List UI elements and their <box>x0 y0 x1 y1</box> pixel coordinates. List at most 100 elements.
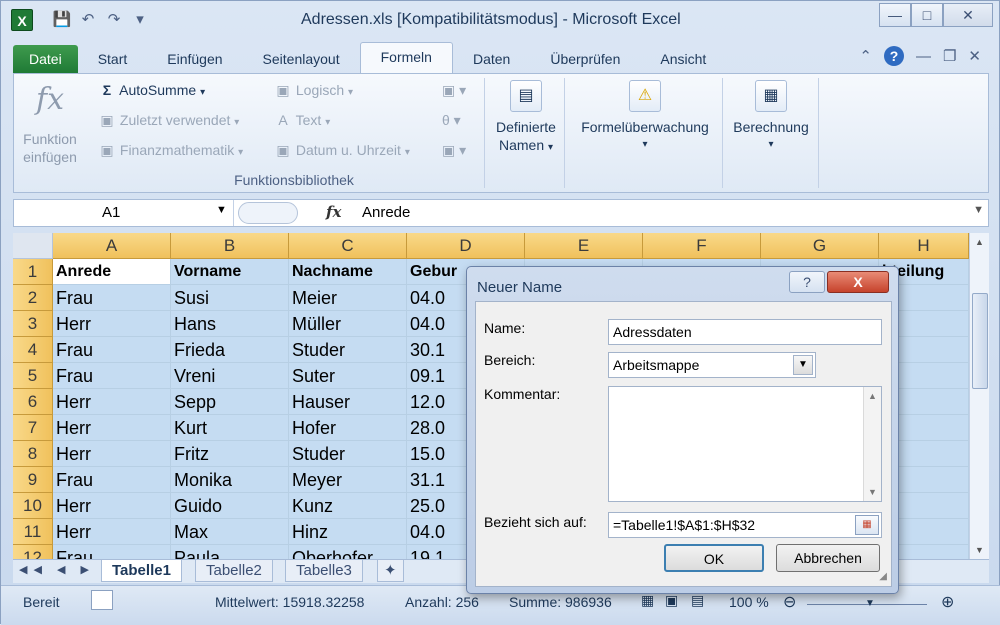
grid-cell[interactable]: Frau <box>53 285 171 311</box>
row-header[interactable]: 12 <box>13 545 53 559</box>
minimize-ribbon-icon[interactable]: ⌃ <box>859 47 872 65</box>
view-normal-icon[interactable]: ▦ <box>641 592 654 609</box>
cancel-button[interactable]: Abbrechen <box>776 544 880 572</box>
grid-cell[interactable]: Frau <box>53 545 171 559</box>
tab-ueberpruefen[interactable]: Überprüfen <box>530 45 640 73</box>
name-input[interactable]: Adressdaten <box>608 319 882 345</box>
grid-cell[interactable]: Suter <box>289 363 407 389</box>
grid-cell[interactable]: Frau <box>53 467 171 493</box>
dialog-help-icon[interactable]: ? <box>789 271 825 293</box>
logical-button[interactable]: ▣ Logisch ▾ <box>274 82 353 99</box>
row-header[interactable]: 8 <box>13 441 53 467</box>
formula-auditing-button[interactable]: ⚠ Formelüberwachung ▾ <box>570 80 720 154</box>
grid-cell[interactable]: Vorname <box>171 259 289 285</box>
grid-cell[interactable]: Herr <box>53 493 171 519</box>
grid-cell[interactable]: Herr <box>53 415 171 441</box>
redo-icon[interactable]: ↷ <box>103 9 125 31</box>
tab-seitenlayout[interactable]: Seitenlayout <box>243 45 360 73</box>
formula-input[interactable]: Anrede <box>362 204 410 221</box>
row-header[interactable]: 9 <box>13 467 53 493</box>
minimize-icon[interactable]: — <box>879 3 911 27</box>
grid-cell[interactable]: Herr <box>53 441 171 467</box>
insert-sheet-icon[interactable]: ✦ <box>377 560 404 582</box>
close-icon[interactable]: ✕ <box>943 3 993 27</box>
refers-to-input[interactable]: =Tabelle1!$A$1:$H$32 ▦ <box>608 512 882 538</box>
grid-cell[interactable]: Nachname <box>289 259 407 285</box>
defined-names-button[interactable]: ▤ Definierte Namen ▾ <box>488 80 564 157</box>
select-all-corner[interactable] <box>13 233 53 259</box>
grid-cell[interactable]: Fritz <box>171 441 289 467</box>
workbook-minimize-icon[interactable]: — <box>916 48 931 65</box>
workbook-close-icon[interactable]: ✕ <box>968 47 981 65</box>
recently-used-button[interactable]: ▣ Zuletzt verwendet ▾ <box>98 112 239 129</box>
grid-cell[interactable]: Herr <box>53 311 171 337</box>
comment-scrollbar[interactable]: ▲ ▼ <box>863 387 881 501</box>
calculation-button[interactable]: ▦ Berechnung ▾ <box>726 80 816 154</box>
tab-daten[interactable]: Daten <box>453 45 530 73</box>
workbook-restore-icon[interactable]: ❐ <box>943 47 956 65</box>
more-functions-button[interactable]: ▣ ▾ <box>442 142 466 159</box>
grid-cell[interactable]: Kunz <box>289 493 407 519</box>
vertical-scrollbar[interactable]: ▲ ▼ <box>969 233 989 559</box>
name-box[interactable]: A1 ▼ <box>14 200 234 226</box>
sheet-tab-tabelle2[interactable]: Tabelle2 <box>195 560 273 582</box>
row-header[interactable]: 3 <box>13 311 53 337</box>
grid-cell[interactable]: Studer <box>289 441 407 467</box>
grid-cell[interactable]: Anrede <box>53 259 171 285</box>
grid-cell[interactable]: Frau <box>53 337 171 363</box>
collapse-dialog-icon[interactable]: ▦ <box>855 515 879 535</box>
column-header[interactable]: E <box>525 233 643 259</box>
math-button[interactable]: θ ▾ <box>442 112 461 129</box>
grid-cell[interactable]: Studer <box>289 337 407 363</box>
scroll-down-icon[interactable]: ▼ <box>975 545 984 555</box>
dialog-close-icon[interactable]: X <box>827 271 889 293</box>
grid-cell[interactable]: Hinz <box>289 519 407 545</box>
scroll-up-icon[interactable]: ▲ <box>975 237 984 247</box>
zoom-slider-thumb[interactable]: ▼ <box>865 598 875 609</box>
tab-datei[interactable]: Datei <box>13 45 78 73</box>
datetime-button[interactable]: ▣ Datum u. Uhrzeit ▾ <box>274 142 409 159</box>
grid-cell[interactable]: Monika <box>171 467 289 493</box>
tab-start[interactable]: Start <box>78 45 148 73</box>
column-header[interactable]: F <box>643 233 761 259</box>
customize-icon[interactable]: ▾ <box>129 9 151 31</box>
view-layout-icon[interactable]: ▣ <box>665 592 678 609</box>
column-header[interactable]: H <box>879 233 969 259</box>
grid-cell[interactable]: Susi <box>171 285 289 311</box>
grid-cell[interactable]: Müller <box>289 311 407 337</box>
resize-grip-icon[interactable]: ◢ <box>879 571 887 582</box>
row-header[interactable]: 6 <box>13 389 53 415</box>
sheet-tab-tabelle1[interactable]: Tabelle1 <box>101 560 182 582</box>
autosum-button[interactable]: Σ AutoSumme ▾ <box>98 82 205 98</box>
macro-record-icon[interactable] <box>91 590 113 610</box>
grid-cell[interactable]: Frieda <box>171 337 289 363</box>
row-header[interactable]: 7 <box>13 415 53 441</box>
help-icon[interactable]: ? <box>883 46 904 66</box>
row-header[interactable]: 1 <box>13 259 53 285</box>
insert-function-button[interactable]: Funktion einfügen <box>20 130 80 166</box>
column-header[interactable]: C <box>289 233 407 259</box>
scroll-down-icon[interactable]: ▼ <box>868 487 877 497</box>
ok-button[interactable]: OK <box>664 544 764 572</box>
grid-cell[interactable]: Max <box>171 519 289 545</box>
column-header[interactable]: G <box>761 233 879 259</box>
financial-button[interactable]: ▣ Finanzmathematik ▾ <box>98 142 243 159</box>
column-header[interactable]: D <box>407 233 525 259</box>
row-header[interactable]: 11 <box>13 519 53 545</box>
row-header[interactable]: 4 <box>13 337 53 363</box>
grid-cell[interactable]: Hofer <box>289 415 407 441</box>
scope-select[interactable]: Arbeitsmappe ▼ <box>608 352 816 378</box>
tab-formeln[interactable]: Formeln <box>359 42 453 73</box>
tab-einfuegen[interactable]: Einfügen <box>147 45 242 73</box>
chevron-down-icon[interactable]: ▼ <box>793 355 813 375</box>
grid-cell[interactable]: Hans <box>171 311 289 337</box>
grid-cell[interactable]: Frau <box>53 363 171 389</box>
chevron-down-icon[interactable]: ▼ <box>216 204 227 216</box>
grid-cell[interactable]: Sepp <box>171 389 289 415</box>
grid-cell[interactable]: Vreni <box>171 363 289 389</box>
grid-cell[interactable]: Guido <box>171 493 289 519</box>
scroll-thumb[interactable] <box>972 293 988 389</box>
tab-ansicht[interactable]: Ansicht <box>640 45 726 73</box>
expand-formula-bar-icon[interactable]: ▼ <box>973 204 984 216</box>
grid-cell[interactable]: Kurt <box>171 415 289 441</box>
